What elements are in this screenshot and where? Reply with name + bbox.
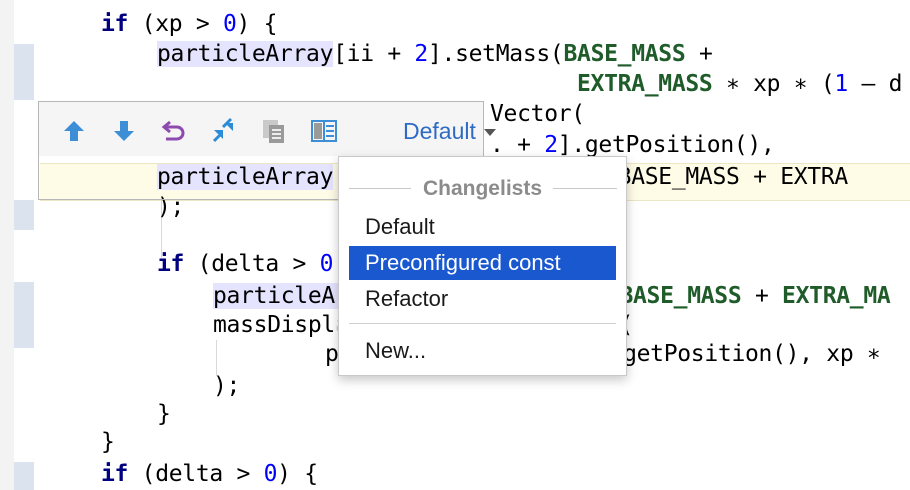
code-token: EXTRA_MASS xyxy=(577,71,713,97)
code-token: + xyxy=(685,41,713,67)
code-token: + xyxy=(741,283,783,309)
change-marker[interactable] xyxy=(14,44,34,100)
code-token: ) { xyxy=(236,11,278,37)
dropdown-header-label: Changelists xyxy=(414,177,551,200)
code-line[interactable]: EXTRA_MASS ∗ xp ∗ (1 – d xyxy=(577,70,902,99)
code-token: ].getPosition(), xyxy=(557,132,775,158)
code-token: particleArray xyxy=(157,41,334,67)
code-token: [ii + xyxy=(333,41,415,67)
code-token: 0 xyxy=(222,11,237,37)
code-token: if xyxy=(101,461,129,487)
code-token: ); xyxy=(213,373,241,399)
dropdown-separator xyxy=(349,323,616,324)
changelist-item-preconfigured-const[interactable]: Preconfigured const xyxy=(349,246,616,280)
change-marker[interactable] xyxy=(14,462,34,490)
item-label: New... xyxy=(365,338,427,363)
code-token: if xyxy=(101,11,129,37)
code-token: Vector( xyxy=(490,101,585,127)
change-marker[interactable] xyxy=(14,200,34,230)
copy-icon[interactable] xyxy=(259,116,289,146)
code-token: .getPosition(), xp ∗ xyxy=(609,341,881,367)
changelist-selector-label: Default xyxy=(403,118,476,144)
code-token: 2 xyxy=(414,41,428,67)
rollback-icon[interactable] xyxy=(159,116,189,146)
code-line[interactable]: if (xp > 0) { xyxy=(101,10,277,39)
code-token: } xyxy=(157,401,171,427)
code-token: 1 xyxy=(834,71,848,97)
indent-guide xyxy=(216,340,217,376)
next-difference-icon[interactable] xyxy=(109,116,139,146)
changelists-dropdown: Changelists Default Preconfigured const … xyxy=(338,156,627,376)
editor-gutter xyxy=(0,0,14,490)
change-marker[interactable] xyxy=(14,282,34,348)
code-token: particleAr xyxy=(213,283,349,309)
code-token: EXTRA_MA xyxy=(782,283,891,309)
code-line[interactable]: if (delta > 0 xyxy=(157,250,333,279)
code-line[interactable]: Vector( xyxy=(490,100,585,129)
code-token: } xyxy=(101,429,115,455)
dropdown-header: Changelists xyxy=(339,176,626,202)
code-token: ) { xyxy=(277,461,318,487)
code-line[interactable]: } xyxy=(101,428,115,457)
code-token: BASE_MASS xyxy=(563,41,686,67)
item-label: Preconfigured const xyxy=(365,250,561,275)
code-token: ].setMass( xyxy=(427,41,564,67)
previous-difference-icon[interactable] xyxy=(59,116,89,146)
changelist-item-default[interactable]: Default xyxy=(349,210,616,244)
item-label: Refactor xyxy=(365,286,449,311)
code-token: massDispl xyxy=(213,312,335,338)
item-label: Default xyxy=(365,214,435,239)
code-token: BASE_MASS xyxy=(619,283,742,309)
diff-popup-toolbar: Default xyxy=(38,101,496,156)
changelist-item-refactor[interactable]: Refactor xyxy=(349,282,616,316)
code-token: if xyxy=(157,251,185,277)
code-token: . + xyxy=(490,132,545,158)
code-token: 0 xyxy=(263,461,278,487)
code-token: (delta > xyxy=(184,251,320,277)
compare-icon[interactable] xyxy=(309,116,339,146)
chevron-down-icon xyxy=(483,129,496,137)
code-line[interactable]: particleArray[ii + 2].setMass(BASE_MASS … xyxy=(157,40,713,69)
code-token: (xp > xyxy=(128,11,223,37)
new-changelist-item[interactable]: New... xyxy=(349,334,616,368)
move-icon[interactable] xyxy=(209,116,239,146)
diff-popup-border xyxy=(38,156,339,200)
code-line[interactable]: } xyxy=(157,400,171,429)
code-token: BASE_MASS + EXTRA xyxy=(617,164,849,190)
code-token: ∗ xp ∗ ( xyxy=(712,71,835,97)
code-token: (delta > xyxy=(128,461,264,487)
code-line[interactable]: if (delta > 0) { xyxy=(101,460,318,489)
code-token: 2 xyxy=(544,132,558,158)
code-token: 0 xyxy=(319,251,334,277)
code-line[interactable]: ); xyxy=(213,372,240,401)
changelist-selector[interactable]: Default xyxy=(403,116,496,146)
code-token: – d xyxy=(847,71,903,97)
code-token: p xyxy=(325,341,339,367)
